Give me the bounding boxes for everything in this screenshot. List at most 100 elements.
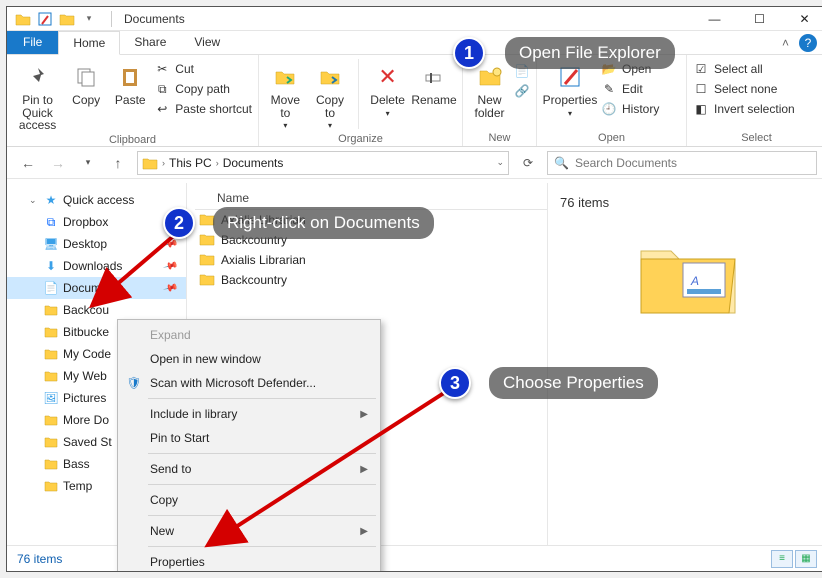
breadcrumb-root[interactable]: This PC bbox=[169, 156, 212, 170]
ctx-scan-defender[interactable]: 🛡 Scan with Microsoft Defender... bbox=[120, 371, 378, 395]
nav-item-downloads[interactable]: ⬇Downloads📌 bbox=[7, 255, 186, 277]
rename-button[interactable]: Rename bbox=[412, 59, 456, 107]
folder-icon bbox=[199, 272, 215, 288]
copy-to-button[interactable]: Copy to▾ bbox=[310, 59, 351, 131]
nav-quick-access[interactable]: ⌄ ★ Quick access bbox=[7, 189, 186, 211]
close-button[interactable]: ✕ bbox=[782, 7, 822, 31]
maximize-button[interactable]: ☐ bbox=[737, 7, 782, 31]
downloads-icon: ⬇ bbox=[43, 258, 59, 274]
select-all-icon: ☑ bbox=[693, 61, 709, 77]
list-item[interactable]: Backcountry bbox=[195, 270, 547, 290]
breadcrumb[interactable]: › This PC › Documents ⌄ bbox=[137, 151, 509, 175]
copy-path-icon: ⧉ bbox=[154, 81, 170, 97]
tab-file[interactable]: File bbox=[7, 31, 58, 54]
copy-icon bbox=[72, 63, 100, 91]
nav-item-dropbox[interactable]: ⧉Dropbox📌 bbox=[7, 211, 186, 233]
copy-path-button[interactable]: ⧉Copy path bbox=[154, 81, 252, 97]
context-menu: Expand Open in new window 🛡 Scan with Mi… bbox=[117, 319, 381, 572]
invert-selection-button[interactable]: ◧Invert selection bbox=[693, 101, 795, 117]
paste-icon bbox=[116, 63, 144, 91]
file-explorer-window: ▾ Documents — ☐ ✕ File Home Share View ˄… bbox=[6, 6, 822, 572]
forward-button[interactable]: → bbox=[47, 152, 69, 174]
folder-icon bbox=[43, 456, 59, 472]
history-icon: 🕘 bbox=[601, 101, 617, 117]
svg-text:A: A bbox=[690, 274, 699, 288]
easy-access-icon[interactable]: 🔗 bbox=[514, 83, 530, 99]
pin-icon: 📌 bbox=[162, 258, 178, 274]
pin-quick-access-button[interactable]: Pin to Quick access bbox=[13, 59, 62, 132]
back-button[interactable]: ← bbox=[17, 152, 39, 174]
search-box[interactable]: 🔍 Search Documents bbox=[547, 151, 817, 175]
nav-item-documents[interactable]: 📄Documents📌 bbox=[7, 277, 186, 299]
ctx-open-new-window[interactable]: Open in new window bbox=[120, 347, 378, 371]
paste-shortcut-button[interactable]: ↩Paste shortcut bbox=[154, 101, 252, 117]
folder-icon bbox=[43, 478, 59, 494]
qat-dropdown-icon[interactable]: ▾ bbox=[81, 11, 97, 27]
move-to-button[interactable]: Move to▾ bbox=[265, 59, 306, 131]
group-label-organize: Organize bbox=[265, 131, 456, 145]
edit-button[interactable]: ✎Edit bbox=[601, 81, 659, 97]
nav-item[interactable]: Backcou bbox=[7, 299, 186, 321]
edit-icon: ✎ bbox=[601, 81, 617, 97]
search-icon: 🔍 bbox=[554, 156, 569, 170]
ctx-send-to[interactable]: Send to▶ bbox=[120, 457, 378, 481]
title-bar: ▾ Documents — ☐ ✕ bbox=[7, 7, 822, 31]
copy-button[interactable]: Copy bbox=[66, 59, 106, 107]
ctx-pin-start[interactable]: Pin to Start bbox=[120, 426, 378, 450]
chevron-right-icon: ▶ bbox=[360, 464, 368, 475]
help-icon[interactable]: ? bbox=[799, 34, 817, 52]
collapse-ribbon-icon[interactable]: ˄ bbox=[782, 36, 789, 50]
minimize-button[interactable]: — bbox=[692, 7, 737, 31]
up-button[interactable]: ↑ bbox=[107, 152, 129, 174]
delete-icon: ✕ bbox=[374, 63, 402, 91]
scissors-icon: ✂ bbox=[154, 61, 170, 77]
ctx-expand: Expand bbox=[120, 323, 378, 347]
view-large-button[interactable]: ▦ bbox=[795, 550, 817, 568]
paste-button[interactable]: Paste bbox=[110, 59, 150, 107]
preview-folder-icon: A bbox=[628, 228, 748, 328]
select-none-icon: ☐ bbox=[693, 81, 709, 97]
folder-icon bbox=[43, 434, 59, 450]
qat-properties-icon[interactable] bbox=[37, 11, 53, 27]
ctx-new[interactable]: New▶ bbox=[120, 519, 378, 543]
search-placeholder: Search Documents bbox=[575, 156, 677, 170]
delete-button[interactable]: ✕ Delete▾ bbox=[367, 59, 408, 118]
doc-folder-icon bbox=[142, 155, 158, 171]
cut-button[interactable]: ✂Cut bbox=[154, 61, 252, 77]
chevron-right-icon: ▶ bbox=[360, 409, 368, 420]
recent-dropdown[interactable]: ▾ bbox=[77, 152, 99, 174]
item-count: 76 items bbox=[560, 195, 609, 210]
folder-icon bbox=[199, 232, 215, 248]
pictures-icon: 🖼 bbox=[43, 390, 59, 406]
tab-home[interactable]: Home bbox=[58, 31, 120, 55]
breadcrumb-current[interactable]: Documents bbox=[223, 156, 284, 170]
refresh-button[interactable]: ⟳ bbox=[517, 152, 539, 174]
annotation-callout-1: Open File Explorer bbox=[505, 37, 675, 69]
shortcut-icon: ↩ bbox=[154, 101, 170, 117]
folder-icon bbox=[43, 302, 59, 318]
tab-share[interactable]: Share bbox=[120, 31, 180, 54]
ctx-include-library[interactable]: Include in library▶ bbox=[120, 402, 378, 426]
annotation-bubble-1: 1 bbox=[453, 37, 485, 69]
folder-icon bbox=[199, 252, 215, 268]
new-folder-button[interactable]: New folder bbox=[469, 59, 510, 119]
dropbox-icon: ⧉ bbox=[43, 214, 59, 230]
folder-icon bbox=[15, 11, 31, 27]
tab-view[interactable]: View bbox=[180, 31, 234, 54]
ctx-properties[interactable]: Properties bbox=[120, 550, 378, 572]
select-none-button[interactable]: ☐Select none bbox=[693, 81, 795, 97]
invert-icon: ◧ bbox=[693, 101, 709, 117]
history-button[interactable]: 🕘History bbox=[601, 101, 659, 117]
annotation-bubble-3: 3 bbox=[439, 367, 471, 399]
details-pane: 76 items A bbox=[547, 183, 822, 545]
folder-icon bbox=[43, 324, 59, 340]
copy-to-icon bbox=[316, 63, 344, 91]
breadcrumb-dropdown-icon[interactable]: ⌄ bbox=[496, 157, 504, 168]
ctx-copy[interactable]: Copy bbox=[120, 488, 378, 512]
nav-item-desktop[interactable]: 🖥Desktop📌 bbox=[7, 233, 186, 255]
qat-new-folder-icon[interactable] bbox=[59, 11, 75, 27]
select-all-button[interactable]: ☑Select all bbox=[693, 61, 795, 77]
list-item[interactable]: Axialis Librarian bbox=[195, 250, 547, 270]
view-details-button[interactable]: ≡ bbox=[771, 550, 793, 568]
chevron-down-icon[interactable]: ⌄ bbox=[29, 195, 39, 206]
